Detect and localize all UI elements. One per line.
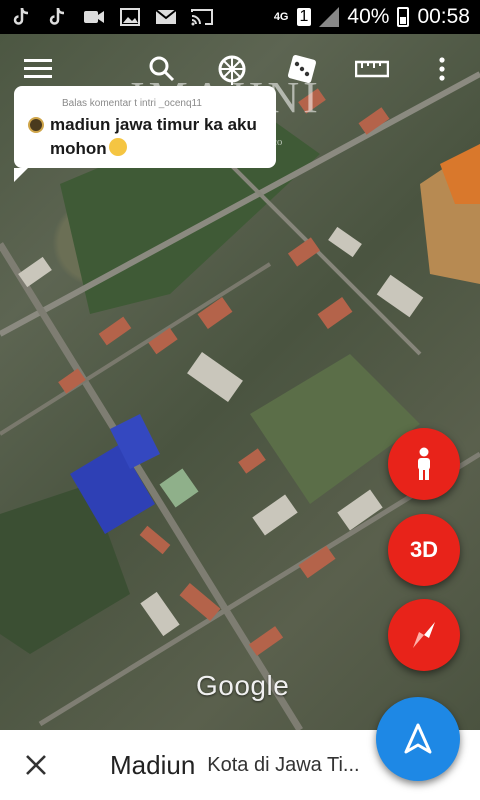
ruler-icon[interactable] [352,49,392,89]
comment-bubble: Balas komentar t intri _ocenq11 madiun j… [14,86,276,182]
signal-icon [319,7,340,27]
close-button[interactable] [0,730,72,800]
compass-button[interactable] [388,599,460,671]
navigation-arrow-icon [404,723,432,754]
place-description: Kota di Jawa Ti... [207,753,360,776]
three-d-button[interactable]: 3D [388,514,460,586]
close-icon [26,755,46,775]
person-icon [418,447,430,480]
image-icon [118,6,142,28]
cast-icon [190,6,214,28]
reply-label: Balas komentar t intri _ocenq11 [62,98,202,109]
compass-icon [413,622,435,648]
google-attribution: Google [196,670,290,701]
battery-icon [397,7,410,27]
video-camera-icon [82,6,106,28]
clock: 00:58 [417,5,470,28]
navigate-button[interactable] [376,697,460,781]
pegman-button[interactable] [388,428,460,500]
notification-icons [10,6,214,28]
more-vert-icon[interactable] [422,49,462,89]
mail-icon [154,6,178,28]
status-bar: 4G 1 40% 00:58 [0,0,480,34]
network-type: 4G [273,11,289,23]
tiktok-icon [46,6,70,28]
emoji-icon [108,138,127,156]
avatar [28,117,44,133]
place-name: Madiun [110,749,196,780]
comment-body: madiun jawa timur ka aku mohon [50,115,257,158]
system-status: 4G 1 40% 00:58 [274,5,470,29]
sim-slot: 1 [296,8,312,26]
comment-text: madiun jawa timur ka aku mohon [50,113,266,161]
menu-icon[interactable] [18,49,58,89]
battery-percent: 40% [347,5,390,28]
tiktok-icon [10,6,34,28]
